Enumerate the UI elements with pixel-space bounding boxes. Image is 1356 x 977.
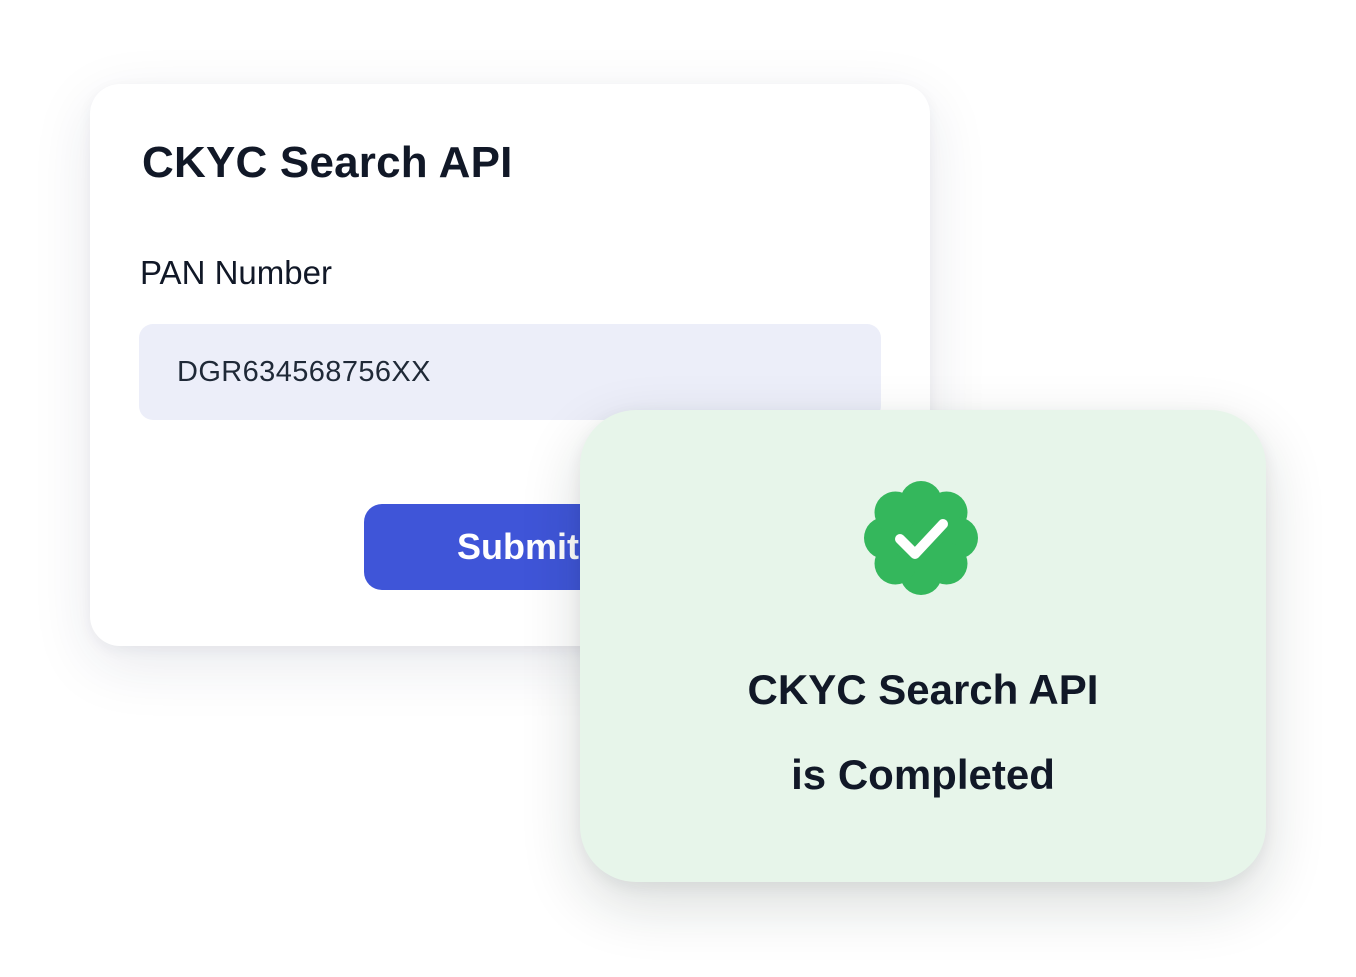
pan-number-label: PAN Number <box>140 254 332 291</box>
pan-number-input[interactable] <box>139 324 881 420</box>
success-card: CKYC Search API is Completed <box>580 410 1266 882</box>
form-title: CKYC Search API <box>142 138 513 187</box>
stage: CKYC Search API PAN Number Submit <box>0 0 1356 977</box>
success-message-line-1: CKYC Search API <box>747 666 1099 713</box>
verified-check-icon <box>859 476 983 600</box>
success-message-line-2: is Completed <box>791 751 1055 798</box>
